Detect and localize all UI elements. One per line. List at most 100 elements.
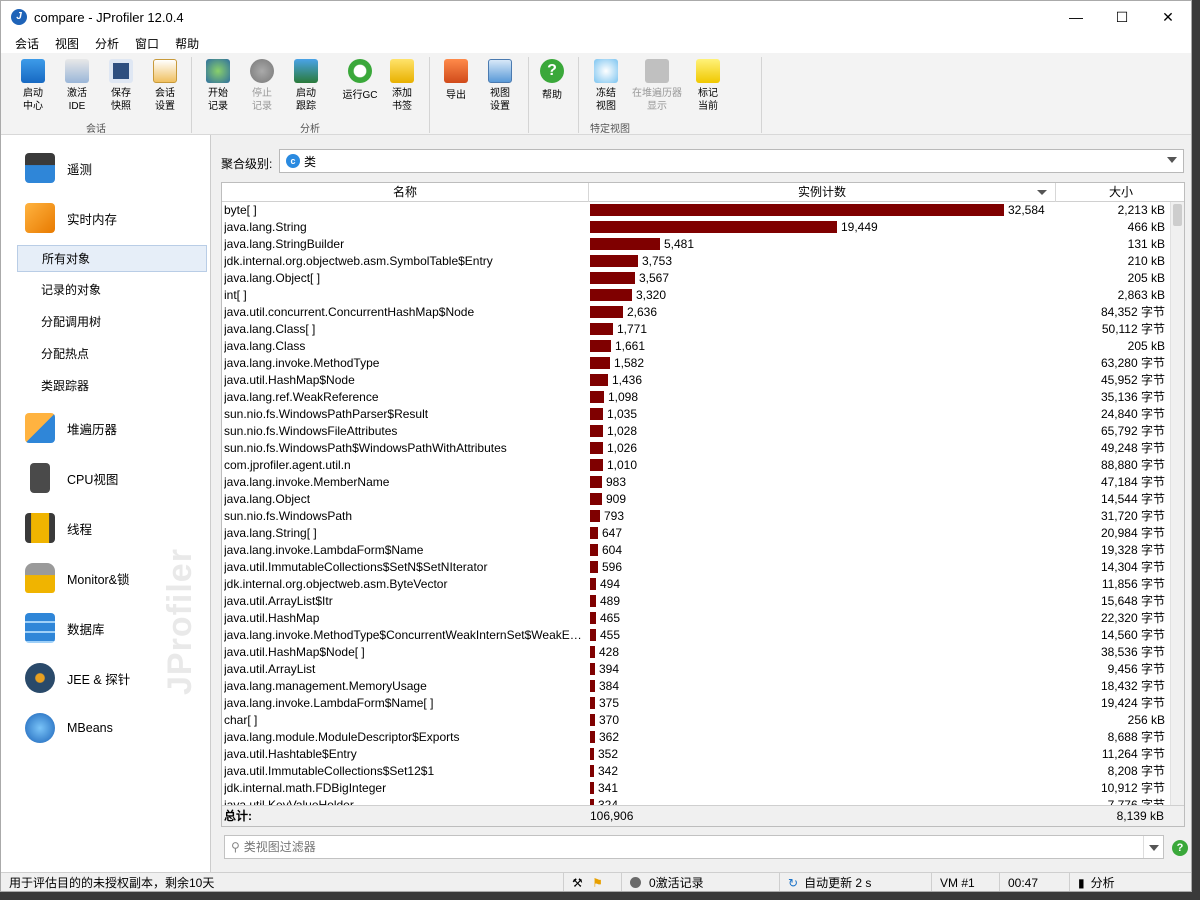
table-row[interactable]: java.lang.invoke.MethodType$ConcurrentWe… [222,627,1171,644]
export-label: 导出 [446,90,466,101]
table-row[interactable]: java.lang.Object[ ] 3,567 205 kB [222,270,1171,287]
mark-current-button[interactable]: 标记 当前 [688,57,728,113]
filter-dropdown-button[interactable] [1143,836,1163,858]
menu-session[interactable]: 会话 [7,35,47,52]
help-icon: ? [540,59,564,83]
sidebar-item-heap-walker[interactable]: 堆遍历器 [1,405,210,451]
table-row[interactable]: java.lang.Class 1,661 205 kB [222,338,1171,355]
table-row[interactable]: java.lang.invoke.LambdaForm$Name[ ] 375 19… [222,695,1171,712]
export-button[interactable]: 导出 [436,57,476,102]
instance-count-bar [590,272,635,284]
scrollbar-thumb[interactable] [1173,204,1182,226]
table-row[interactable]: java.util.ImmutableCollections$SetN$SetN… [222,559,1171,576]
sidebar-item-databases[interactable]: 数据库 [1,605,210,651]
filter-input[interactable] [243,840,1124,854]
table-row[interactable]: java.util.HashMap$Node[ ] 428 38,536 字节 [222,644,1171,661]
sidebar-item-threads[interactable]: 线程 [1,505,210,551]
table-row[interactable]: sun.nio.fs.WindowsPath$WindowsPathWithAt… [222,440,1171,457]
vertical-scrollbar[interactable] [1170,202,1184,805]
table-row[interactable]: java.lang.StringBuilder 5,481 131 kB [222,236,1171,253]
instance-count-bar [590,714,595,726]
run-gc-button[interactable]: 运行GC [338,57,382,102]
close-icon[interactable]: ✕ [1145,1,1191,33]
gc-icon [348,59,372,83]
table-row[interactable]: java.lang.invoke.MethodType 1,582 63,280 字… [222,355,1171,372]
start-recording-button[interactable]: 开始 记录 [198,57,238,113]
table-row[interactable]: java.lang.invoke.MemberName 983 47,184 字节 [222,474,1171,491]
class-view-filter[interactable]: ⚲ [224,835,1164,859]
sidebar-item-jee-probes[interactable]: JEE & 探针 [1,655,210,701]
table-row[interactable]: java.lang.management.MemoryUsage 384 18,43… [222,678,1171,695]
table-row[interactable]: java.util.Hashtable$Entry 352 11,264 字节 [222,746,1171,763]
table-row[interactable]: java.util.HashMap$Node 1,436 45,952 字节 [222,372,1171,389]
table-row[interactable]: jdk.internal.math.FDBigInteger 341 10,912 … [222,780,1171,797]
table-row[interactable]: java.lang.Object 909 14,544 字节 [222,491,1171,508]
show-in-heap-walker-button[interactable]: 在堆遍历器 显示 [628,57,686,113]
table-row[interactable]: java.util.ArrayList$Itr 489 15,648 字节 [222,593,1171,610]
sidebar-item-recorded-objects[interactable]: 记录的对象 [17,277,207,304]
column-header-size[interactable]: 大小 [1056,183,1184,202]
table-row[interactable]: java.util.concurrent.ConcurrentHashMap$N… [222,304,1171,321]
instance-count-bar [590,425,603,437]
sidebar-item-cpu-views[interactable]: CPU视图 [1,455,210,501]
start-center-button[interactable]: 启动 中心 [13,57,53,113]
sidebar-item-live-memory[interactable]: 实时内存 [1,195,210,241]
table-row[interactable]: java.lang.invoke.LambdaForm$Name 604 19,32… [222,542,1171,559]
table-row[interactable]: byte[ ] 32,584 2,213 kB [222,202,1171,219]
table-row[interactable]: java.util.ArrayList 394 9,456 字节 [222,661,1171,678]
sidebar-item-allocation-hot-spots[interactable]: 分配热点 [17,341,207,368]
start-tracking-button[interactable]: 启动 跟踪 [286,57,326,113]
table-row[interactable]: sun.nio.fs.WindowsPath 793 31,720 字节 [222,508,1171,525]
size-cell: 11,856 字节 [1101,577,1165,591]
save-snapshot-button[interactable]: 保存 快照 [101,57,141,113]
session-settings-button[interactable]: 会话 设置 [145,57,185,113]
sidebar-item-monitors[interactable]: Monitor&锁 [1,555,210,601]
table-row[interactable]: java.util.HashMap 465 22,320 字节 [222,610,1171,627]
column-header-count[interactable]: 实例计数 [589,183,1056,202]
menu-view[interactable]: 视图 [47,35,87,52]
start-recording-label: 开始 记录 [208,88,228,112]
settings-doc-icon [153,59,177,83]
sidebar-item-telemetry[interactable]: 遥测 [1,145,210,191]
sidebar-item-all-objects[interactable]: 所有对象 [17,245,207,272]
table-row[interactable]: jdk.internal.org.objectweb.asm.SymbolTab… [222,253,1171,270]
table-row[interactable]: java.lang.Class[ ] 1,771 50,112 字节 [222,321,1171,338]
chevron-down-icon [1167,157,1177,163]
table-row[interactable]: com.jprofiler.agent.util.n 1,010 88,880 字节 [222,457,1171,474]
table-row[interactable]: sun.nio.fs.WindowsFileAttributes 1,028 65,… [222,423,1171,440]
table-row[interactable]: java.lang.module.ModuleDescriptor$Export… [222,729,1171,746]
aggregation-level-select[interactable]: c 类 [279,149,1184,173]
table-row[interactable]: java.lang.String[ ] 647 20,984 字节 [222,525,1171,542]
size-cell: 2,213 kB [1117,203,1165,217]
table-row[interactable]: jdk.internal.org.objectweb.asm.ByteVecto… [222,576,1171,593]
menu-window[interactable]: 窗口 [127,35,167,52]
maximize-icon[interactable]: ☐ [1099,1,1145,33]
menu-analyze[interactable]: 分析 [87,35,127,52]
status-auto-update[interactable]: ↻ 自动更新 2 s [779,873,931,891]
table-row[interactable]: java.lang.ref.WeakReference 1,098 35,136 字… [222,389,1171,406]
filter-help-icon[interactable]: ? [1172,840,1188,856]
stop-recording-button[interactable]: 停止 记录 [242,57,282,113]
help-button[interactable]: ? 帮助 [532,57,572,102]
table-row[interactable]: int[ ] 3,320 2,863 kB [222,287,1171,304]
table-row[interactable]: java.lang.String 19,449 466 kB [222,219,1171,236]
instance-count-bar [590,612,596,624]
menu-help[interactable]: 帮助 [167,35,207,52]
all-objects-table: 名称 实例计数 大小 byte[ ] 32,584 2,213 kB java.lan… [221,182,1185,827]
table-row[interactable]: java.util.KeyValueHolder 324 7,776 字节 [222,797,1171,805]
status-mode[interactable]: ▮ 分析 [1069,873,1191,891]
activate-ide-button[interactable]: 激活 IDE [57,57,97,113]
freeze-view-button[interactable]: 冻结 视图 [586,57,626,113]
sidebar-item-class-tracker[interactable]: 类跟踪器 [17,373,207,400]
minimize-icon[interactable]: — [1053,1,1099,33]
view-settings-button[interactable]: 视图 设置 [480,57,520,113]
sidebar-item-allocation-call-tree[interactable]: 分配调用树 [17,309,207,336]
table-row[interactable]: sun.nio.fs.WindowsPathParser$Result 1,035… [222,406,1171,423]
table-row[interactable]: char[ ] 370 256 kB [222,712,1171,729]
table-row[interactable]: java.util.ImmutableCollections$Set12$1 34… [222,763,1171,780]
status-recordings[interactable]: 0激活记录 [621,873,779,891]
sidebar-item-mbeans[interactable]: MBeans [1,705,210,751]
status-flags[interactable]: ⚒ ⚑ [563,873,621,891]
column-header-name[interactable]: 名称 [222,183,589,202]
add-bookmark-button[interactable]: 添加 书签 [382,57,422,113]
